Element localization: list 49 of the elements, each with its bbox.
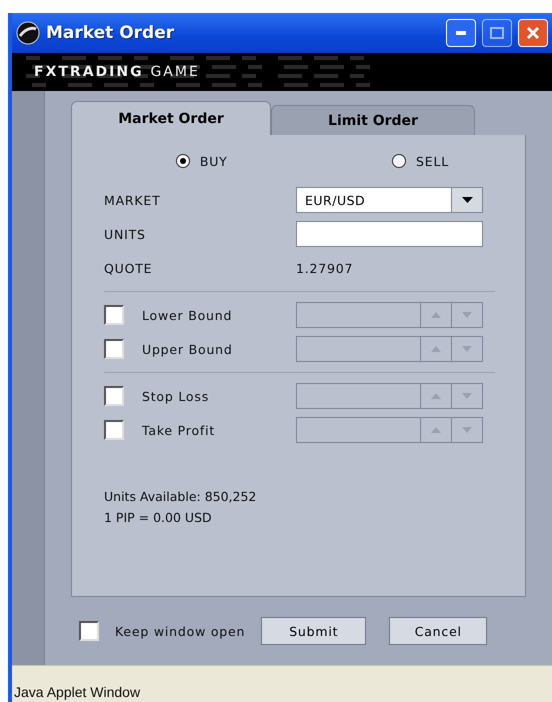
checkbox[interactable] [79,621,99,641]
quote-value: 1.27907 [296,260,354,276]
spinner-field[interactable] [296,417,483,443]
maximize-button[interactable] [482,19,512,47]
down-arrow-icon [462,427,472,433]
down-arrow-icon [462,346,472,352]
info-text: 1 PIP = 0.00 USD [104,510,213,525]
spinner-field[interactable] [296,336,483,362]
checkbox[interactable] [104,420,124,440]
up-arrow-icon [431,393,441,399]
option-label: Take Profit [142,422,216,438]
option-label: Stop Loss [142,388,210,404]
submit-button[interactable]: Submit [261,617,366,645]
radio-button[interactable] [392,154,406,168]
field-label: MARKET [104,192,161,208]
caret-icon [462,197,472,203]
tab[interactable]: Limit Order [271,105,475,135]
market-dropdown[interactable]: EUR/USD [296,187,483,213]
window-title: Market Order [46,23,176,43]
radio-button[interactable] [176,154,190,168]
down-arrow-icon [462,393,472,399]
down-arrow-icon [462,312,472,318]
option-label: Upper Bound [142,342,233,356]
up-arrow-icon [431,312,441,318]
maximize-icon [490,27,504,39]
up-arrow-icon [431,346,441,352]
globe-icon [16,21,40,45]
close-button[interactable] [518,19,548,47]
status-text: Java Applet Window [14,684,140,700]
radio-label: BUY [200,154,228,168]
checkbox[interactable] [104,386,124,406]
option-label: Lower Bound [142,308,232,322]
units-field[interactable] [296,221,483,247]
brand-logo: FXTRADING GAME [34,64,200,80]
minimize-icon [456,31,466,35]
spinner-field[interactable] [296,383,483,409]
checkbox[interactable] [104,305,124,325]
field-label: UNITS [104,226,146,242]
field-label: QUOTE [104,260,152,276]
close-icon [526,26,540,40]
keep-open-label: Keep window open [115,624,246,638]
minimize-button[interactable] [446,19,476,47]
checkbox[interactable] [104,339,124,359]
radio-label: SELL [416,154,449,168]
tab[interactable]: Market Order [71,101,271,135]
spinner-field[interactable] [296,302,483,328]
cancel-button[interactable]: Cancel [389,617,488,645]
up-arrow-icon [431,427,441,433]
info-text: Units Available: 850,252 [104,489,258,504]
